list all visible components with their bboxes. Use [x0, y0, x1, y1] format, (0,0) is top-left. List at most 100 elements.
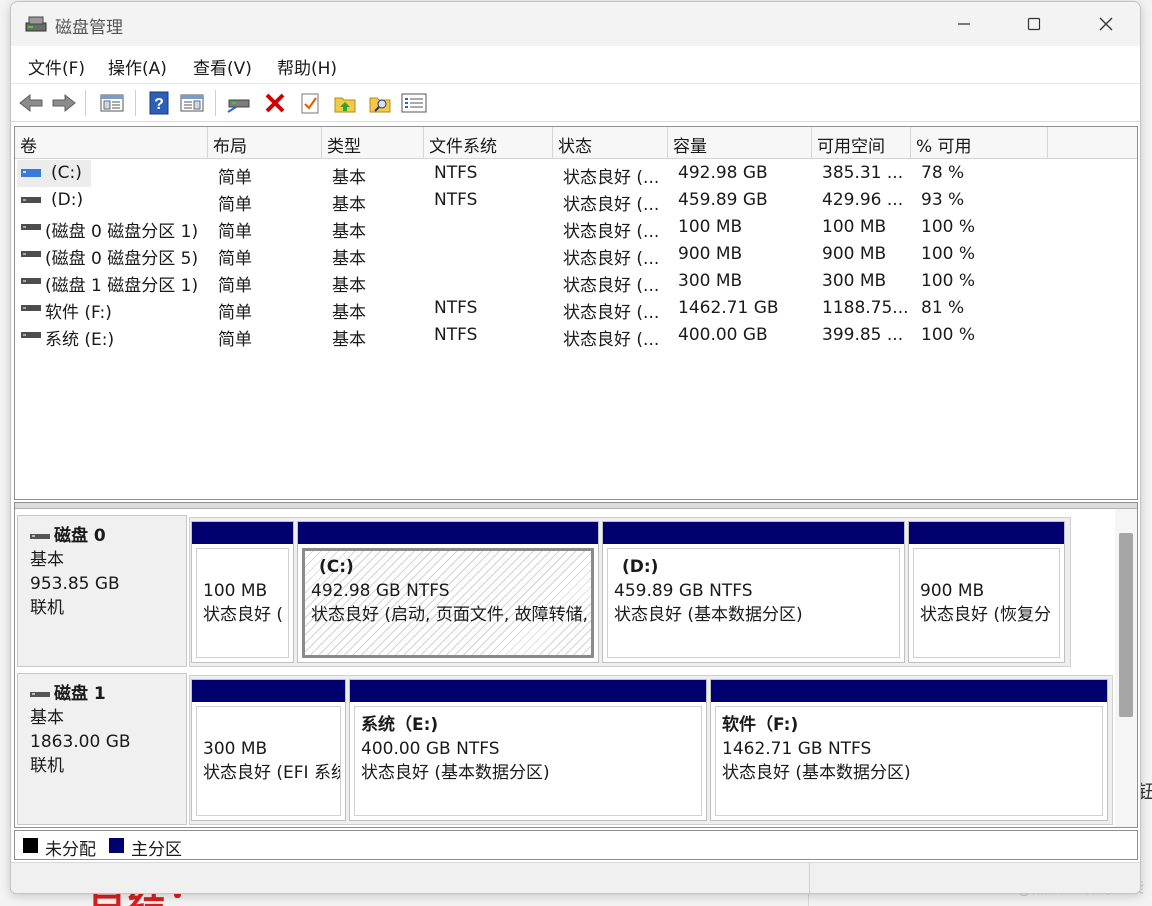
- table-row[interactable]: (磁盘 0 磁盘分区 5) 简单 基本 状态良好 (... 900 MB 900 MB 10…: [15, 241, 1137, 269]
- minimize-icon: [958, 23, 970, 25]
- help-button[interactable]: ?: [146, 90, 172, 116]
- system-drive-icon: [21, 169, 41, 177]
- table-row[interactable]: (磁盘 1 磁盘分区 1) 简单 基本 状态良好 (... 300 MB 300 MB 10…: [15, 268, 1137, 296]
- cell-volume: 系统 (E:): [45, 330, 115, 350]
- disk-type: 基本: [30, 550, 64, 570]
- cell-volume: (D:): [51, 190, 84, 210]
- cell-percent-free: 93 %: [921, 190, 965, 210]
- table-row[interactable]: (磁盘 0 磁盘分区 1) 简单 基本 状态良好 (... 100 MB 100 MB 10…: [15, 214, 1137, 242]
- scrollbar-thumb[interactable]: [1119, 533, 1133, 717]
- drive-icon: [21, 224, 41, 230]
- column-header-filesystem[interactable]: 文件系统: [424, 127, 553, 159]
- help-icon: ?: [149, 91, 169, 115]
- partition-size: 400.00 GB NTFS: [361, 739, 500, 759]
- disk-graphical-view[interactable]: 磁盘 0 基本 953.85 GB 联机 100 MB 状态良好 ( (C:) …: [14, 502, 1138, 828]
- cell-status: 状态良好 (...: [563, 195, 660, 215]
- cell-status: 状态良好 (...: [563, 222, 660, 242]
- table-row[interactable]: (C:) 简单 基本 NTFS 状态良好 (... 492.98 GB 385.31 ...…: [15, 160, 1137, 188]
- column-header-percent-free[interactable]: % 可用: [911, 127, 1048, 159]
- partition-status: 状态良好 (启动, 页面文件, 故障转储,: [311, 605, 589, 625]
- disk-size: 953.85 GB: [30, 574, 120, 594]
- delete-icon: [265, 93, 285, 113]
- legend: 未分配 主分区: [14, 830, 1138, 860]
- partition-e[interactable]: 系统（E:) 400.00 GB NTFS 状态良好 (基本数据分区): [349, 679, 707, 821]
- cell-type: 基本: [332, 195, 366, 215]
- table-row[interactable]: 系统 (E:) 简单 基本 NTFS 状态良好 (... 400.00 GB 399.85 …: [15, 322, 1137, 350]
- cell-type: 基本: [332, 168, 366, 188]
- disk-size: 1863.00 GB: [30, 732, 131, 752]
- console-tree-icon: [100, 94, 124, 112]
- list-view-button[interactable]: [401, 90, 427, 116]
- connect-disk-button[interactable]: [226, 90, 252, 116]
- partition-status: 状态良好 (恢复分: [920, 605, 1052, 625]
- cell-layout: 简单: [218, 303, 252, 323]
- back-button[interactable]: [18, 90, 44, 116]
- cell-free-space: 1188.75...: [822, 298, 909, 318]
- partition-status: 状态良好 (EFI 系统: [203, 763, 341, 783]
- partition-name: (C:): [319, 557, 354, 577]
- cell-volume: 软件 (F:): [45, 303, 112, 323]
- column-header-capacity[interactable]: 容量: [668, 127, 812, 159]
- status-separator: [809, 863, 810, 893]
- properties-icon: [301, 93, 319, 114]
- menu-file[interactable]: 文件(F): [28, 54, 85, 79]
- title-bar[interactable]: 磁盘管理: [11, 2, 1140, 46]
- close-button[interactable]: [1083, 8, 1129, 40]
- partition-d[interactable]: (D:) 459.89 GB NTFS 状态良好 (基本数据分区): [602, 521, 905, 663]
- cell-capacity: 900 MB: [678, 244, 743, 264]
- cell-layout: 简单: [218, 276, 252, 296]
- column-header-volume[interactable]: 卷: [15, 127, 208, 159]
- column-header-layout[interactable]: 布局: [208, 127, 322, 159]
- vertical-scrollbar[interactable]: [1115, 509, 1137, 827]
- partition-size: 300 MB: [203, 739, 268, 759]
- cell-capacity: 1462.71 GB: [678, 298, 779, 318]
- up-folder-button[interactable]: [332, 90, 358, 116]
- menu-action[interactable]: 操作(A): [108, 54, 167, 79]
- column-header-free-space[interactable]: 可用空间: [812, 127, 911, 159]
- find-button[interactable]: [367, 90, 393, 116]
- cell-type: 基本: [332, 276, 366, 296]
- properties-button[interactable]: [297, 90, 323, 116]
- volume-list-header: 卷 布局 类型 文件系统 状态 容量 可用空间 % 可用: [15, 127, 1137, 159]
- svg-text:?: ?: [154, 96, 164, 113]
- table-row[interactable]: 软件 (F:) 简单 基本 NTFS 状态良好 (... 1462.71 GB 1188.7…: [15, 295, 1137, 323]
- console-tree-button[interactable]: [99, 90, 125, 116]
- disk-1-label[interactable]: 磁盘 1 基本 1863.00 GB 联机: [17, 673, 187, 825]
- menu-bar: 文件(F) 操作(A) 查看(V) 帮助(H): [11, 46, 1140, 84]
- partition-f[interactable]: 软件（F:) 1462.71 GB NTFS 状态良好 (基本数据分区): [710, 679, 1108, 821]
- primary-partition-bar: [192, 522, 293, 544]
- menu-view[interactable]: 查看(V): [193, 54, 252, 79]
- cell-layout: 简单: [218, 168, 252, 188]
- minimize-button[interactable]: [941, 8, 987, 40]
- cell-status: 状态良好 (...: [563, 303, 660, 323]
- column-header-type[interactable]: 类型: [322, 127, 424, 159]
- table-row[interactable]: (D:) 简单 基本 NTFS 状态良好 (... 459.89 GB 429.96 ...…: [15, 187, 1137, 215]
- pane-splitter[interactable]: [15, 503, 1137, 509]
- details-button[interactable]: [179, 90, 205, 116]
- cell-volume: (磁盘 0 磁盘分区 5): [45, 249, 199, 269]
- cell-filesystem: NTFS: [434, 325, 478, 345]
- legend-label-unallocated: 未分配: [45, 840, 96, 860]
- maximize-button[interactable]: [1011, 8, 1057, 40]
- partition-status: 状态良好 (基本数据分区): [614, 605, 803, 625]
- partition-c[interactable]: (C:) 492.98 GB NTFS 状态良好 (启动, 页面文件, 故障转储…: [297, 521, 599, 663]
- disk-0-label[interactable]: 磁盘 0 基本 953.85 GB 联机: [17, 515, 187, 667]
- toolbar: ?: [11, 84, 1140, 122]
- cell-status: 状态良好 (...: [563, 330, 660, 350]
- volume-list[interactable]: 卷 布局 类型 文件系统 状态 容量 可用空间 % 可用 (C:) 简单 基本 NTF…: [14, 126, 1138, 500]
- menu-help[interactable]: 帮助(H): [277, 54, 337, 79]
- cell-status: 状态良好 (...: [563, 276, 660, 296]
- forward-button[interactable]: [51, 90, 77, 116]
- partition-disk0-1[interactable]: 100 MB 状态良好 (: [191, 521, 294, 663]
- partition-size: 100 MB: [203, 581, 268, 601]
- delete-button[interactable]: [262, 90, 288, 116]
- cell-capacity: 400.00 GB: [678, 325, 768, 345]
- cell-volume: (磁盘 1 磁盘分区 1): [45, 276, 199, 296]
- partition-name: 系统（E:): [361, 715, 439, 735]
- partition-disk0-5[interactable]: 900 MB 状态良好 (恢复分: [908, 521, 1065, 663]
- column-header-status[interactable]: 状态: [553, 127, 668, 159]
- drive-icon: [21, 305, 41, 311]
- partition-disk1-1[interactable]: 300 MB 状态良好 (EFI 系统: [191, 679, 346, 821]
- cell-capacity: 459.89 GB: [678, 190, 768, 210]
- partition-size: 492.98 GB NTFS: [311, 581, 450, 601]
